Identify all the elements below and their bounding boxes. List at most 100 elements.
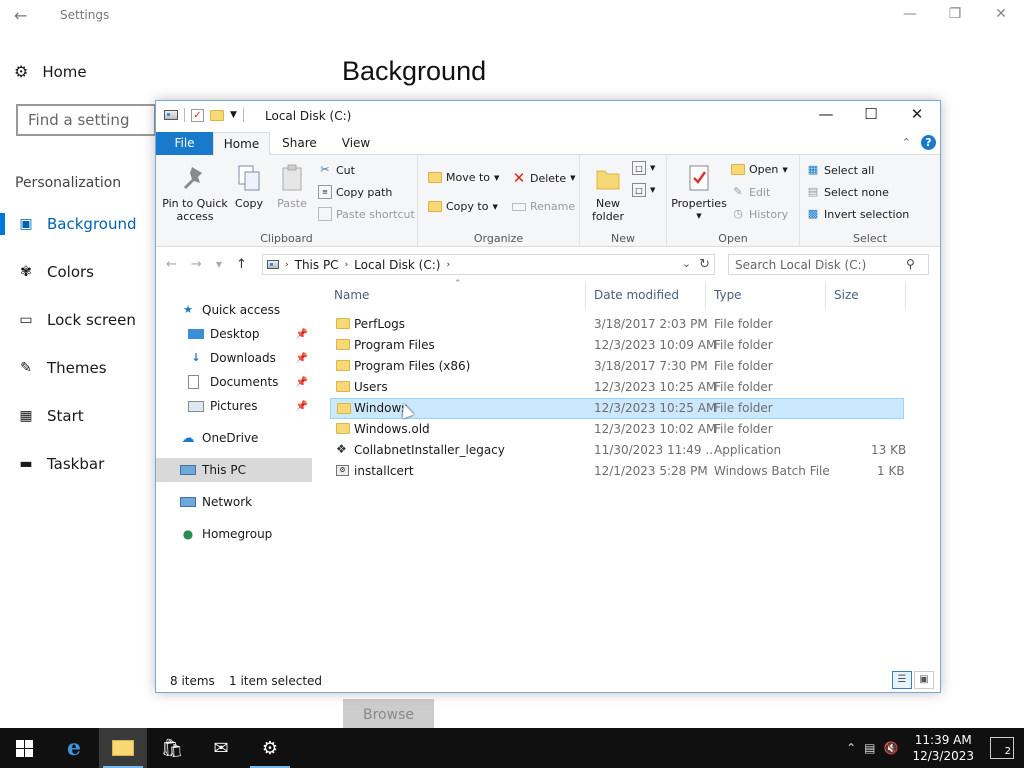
nav-network[interactable]: Network bbox=[156, 490, 312, 514]
invert-selection-button[interactable]: ▩ Invert selection bbox=[806, 207, 909, 221]
chevron-down-icon[interactable]: ⌄ bbox=[682, 257, 691, 272]
edit-button[interactable]: ✎ Edit bbox=[731, 185, 770, 199]
nav-documents[interactable]: Documents 📌 bbox=[156, 370, 312, 394]
forward-arrow-icon[interactable]: → bbox=[191, 257, 202, 273]
file-row-program-files[interactable]: Program Files 12/3/2023 10:09 AM File fo… bbox=[330, 335, 904, 356]
new-item-button[interactable]: □ ▼ bbox=[632, 161, 655, 175]
new-folder-button[interactable]: New folder bbox=[588, 163, 628, 223]
chevron-up-icon[interactable]: ⌃ bbox=[846, 741, 856, 755]
copy-path-button[interactable]: ≡ Copy path bbox=[318, 185, 392, 199]
nav-pictures[interactable]: Pictures 📌 bbox=[156, 394, 312, 418]
copy-button[interactable]: Copy bbox=[232, 163, 266, 210]
edge-button[interactable]: e bbox=[50, 728, 98, 768]
nav-quick-access[interactable]: ★ Quick access bbox=[156, 298, 312, 322]
settings-nav-lock-screen[interactable]: ▭ Lock screen bbox=[0, 303, 156, 337]
close-icon[interactable]: ✕ bbox=[902, 105, 932, 123]
settings-home[interactable]: ⚙ Home bbox=[14, 62, 87, 81]
minimize-icon[interactable]: — bbox=[900, 6, 920, 22]
nav-this-pc[interactable]: This PC bbox=[156, 458, 312, 482]
easy-access-button[interactable]: □ ▼ bbox=[632, 183, 655, 197]
clock[interactable]: 11:39 AM 12/3/2023 bbox=[912, 732, 974, 764]
organize-group-label: Organize bbox=[473, 232, 524, 245]
copy-to-button[interactable]: Copy to ▼ bbox=[428, 200, 498, 213]
settings-nav-themes[interactable]: ✎ Themes bbox=[0, 351, 156, 385]
file-row-windows[interactable]: Windows 12/3/2023 10:25 AM File folder bbox=[330, 398, 904, 419]
file-row-windows-old[interactable]: Windows.old 12/3/2023 10:02 AM File fold… bbox=[330, 419, 904, 440]
back-arrow-icon[interactable]: ← bbox=[166, 257, 177, 273]
pin-icon[interactable]: 📌 bbox=[296, 353, 308, 364]
file-row-program-files-x86[interactable]: Program Files (x86) 3/18/2017 7:30 PM Fi… bbox=[330, 356, 904, 377]
file-explorer-button[interactable] bbox=[99, 728, 147, 768]
settings-button[interactable]: ⚙ bbox=[246, 728, 294, 768]
pin-icon[interactable]: 📌 bbox=[296, 377, 308, 388]
restore-icon[interactable]: ❐ bbox=[945, 6, 965, 22]
recent-locations-icon[interactable]: ▼ bbox=[216, 257, 222, 273]
paste-shortcut-label: Paste shortcut bbox=[336, 207, 415, 221]
column-size[interactable]: Size bbox=[830, 281, 906, 309]
nav-homegroup[interactable]: ● Homegroup bbox=[156, 522, 312, 546]
paste-shortcut-button[interactable]: Paste shortcut bbox=[318, 207, 415, 221]
select-none-button[interactable]: ▤ Select none bbox=[806, 185, 889, 199]
settings-nav-background[interactable]: ▣ Background bbox=[0, 207, 156, 241]
delete-button[interactable]: ✕ Delete ▼ bbox=[512, 171, 576, 186]
settings-nav-colors[interactable]: ✾ Colors bbox=[0, 255, 156, 289]
tab-view[interactable]: View bbox=[328, 132, 384, 155]
customize-qat-icon[interactable]: ▼ bbox=[230, 110, 237, 120]
file-row-perflogs[interactable]: PerfLogs 3/18/2017 2:03 PM File folder bbox=[330, 314, 904, 335]
find-setting-input[interactable]: Find a setting bbox=[16, 104, 156, 136]
move-to-button[interactable]: Move to ▼ bbox=[428, 171, 499, 184]
file-row-collabnet-installer[interactable]: ❖ CollabnetInstaller_legacy 11/30/2023 1… bbox=[330, 440, 906, 461]
maximize-icon[interactable]: ☐ bbox=[856, 105, 886, 123]
themes-icon: ✎ bbox=[20, 360, 32, 376]
open-button[interactable]: Open ▼ bbox=[731, 163, 788, 176]
store-button[interactable]: 🛍 bbox=[148, 728, 196, 768]
pin-icon[interactable]: 📌 bbox=[296, 329, 308, 340]
search-icon[interactable]: ⚲ bbox=[906, 257, 934, 271]
file-row-users[interactable]: Users 12/3/2023 10:25 AM File folder bbox=[330, 377, 904, 398]
column-type[interactable]: Type bbox=[710, 281, 826, 309]
volume-muted-icon[interactable]: 🔇 bbox=[884, 741, 899, 755]
search-input[interactable]: Search Local Disk (C:) bbox=[728, 254, 929, 275]
tab-share[interactable]: Share bbox=[272, 132, 327, 155]
breadcrumb-local-disk[interactable]: Local Disk (C:) bbox=[354, 258, 440, 272]
file-row-installcert[interactable]: ⚙ installcert 12/1/2023 5:28 PM Windows … bbox=[330, 461, 905, 482]
notification-center-button[interactable]: 2 bbox=[990, 737, 1014, 759]
properties-button[interactable]: Properties ▼ bbox=[671, 163, 727, 223]
up-arrow-icon[interactable]: ↑ bbox=[236, 257, 247, 273]
nav-desktop[interactable]: Desktop 📌 bbox=[156, 322, 312, 346]
tab-home[interactable]: Home bbox=[213, 132, 270, 156]
address-bar[interactable]: › This PC › Local Disk (C:) › ⌄ ↻ bbox=[262, 254, 715, 275]
settings-nav-start[interactable]: ▦ Start bbox=[0, 399, 156, 433]
history-button[interactable]: ◷ History bbox=[731, 207, 788, 221]
select-all-button[interactable]: ▦ Select all bbox=[806, 163, 875, 177]
cut-button[interactable]: ✂ Cut bbox=[318, 163, 355, 177]
close-icon[interactable]: ✕ bbox=[991, 6, 1011, 22]
tab-file[interactable]: File bbox=[156, 132, 213, 155]
chevron-up-icon[interactable]: ⌃ bbox=[902, 136, 911, 149]
file-type: File folder bbox=[714, 380, 773, 394]
breadcrumb-this-pc[interactable]: This PC bbox=[295, 258, 339, 272]
new-folder-qat-icon[interactable] bbox=[210, 109, 224, 121]
browse-button[interactable]: Browse bbox=[343, 699, 434, 731]
minimize-icon[interactable]: — bbox=[811, 105, 841, 123]
pin-quick-access-button[interactable]: Pin to Quick access bbox=[162, 163, 228, 223]
computer-icon bbox=[180, 465, 196, 475]
large-icons-view-icon[interactable]: ▣ bbox=[914, 671, 934, 689]
paste-button[interactable]: Paste bbox=[272, 163, 312, 210]
nav-downloads[interactable]: ↓ Downloads 📌 bbox=[156, 346, 312, 370]
help-icon[interactable]: ? bbox=[921, 135, 936, 150]
mail-button[interactable]: ✉ bbox=[197, 728, 245, 768]
rename-button[interactable]: Rename bbox=[512, 200, 575, 213]
column-date-modified[interactable]: Date modified bbox=[590, 281, 706, 309]
settings-nav-taskbar[interactable]: ▬ Taskbar bbox=[0, 447, 156, 481]
refresh-icon[interactable]: ↻ bbox=[699, 257, 710, 272]
properties-qat-icon[interactable]: ✓ bbox=[191, 108, 204, 122]
network-tray-icon[interactable]: ▤ bbox=[864, 741, 875, 755]
picture-icon: ▣ bbox=[19, 216, 33, 232]
nav-onedrive[interactable]: ☁ OneDrive bbox=[156, 426, 312, 450]
start-button[interactable] bbox=[0, 728, 48, 768]
details-view-icon[interactable]: ☰ bbox=[892, 671, 912, 689]
pin-icon[interactable]: 📌 bbox=[296, 401, 308, 412]
column-name[interactable]: Name bbox=[330, 281, 586, 309]
back-arrow-icon[interactable]: ← bbox=[14, 6, 27, 25]
